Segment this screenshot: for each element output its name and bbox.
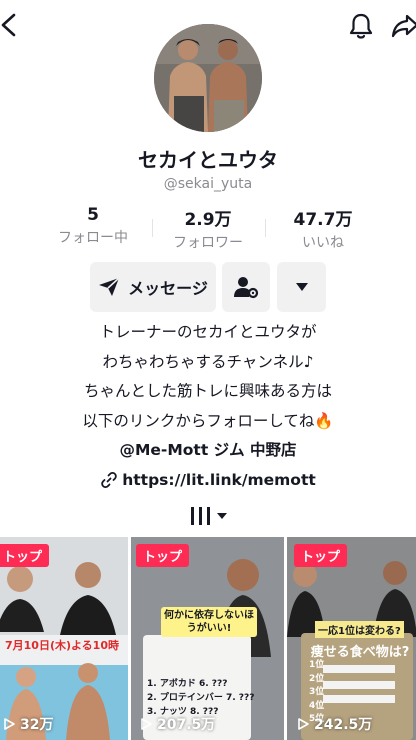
video-thumbnail[interactable]: 一応1位は変わる? 痩せる食べ物は? 1位 2位 3位 4位 5位 トップ 24… [287,537,416,740]
likes-count: 47.7万 [293,210,353,230]
video-grid: 7月10日(木)よる10時 トップ 32万 何かに依存しないほうがいい! 1. … [0,537,416,740]
play-icon [4,718,15,730]
share-button[interactable] [390,10,416,42]
top-badge: トップ [0,544,50,567]
thumbnail-image [287,537,416,740]
view-count: 242.5万 [296,714,372,734]
profile-stats: 5 フォロー中 2.9万 フォロワー 47.7万 いいね [0,205,416,253]
stat-likes[interactable]: 47.7万 いいね [268,205,378,252]
bio-gym-mention[interactable]: @Me-Mott ジム 中野店 [0,436,416,466]
following-label: フォロー中 [58,230,128,246]
bio-line: 以下のリンクからフォローしてね🔥 [82,411,334,430]
grid-columns-icon [191,507,210,525]
tab-videos[interactable] [190,504,230,528]
view-count-text: 32万 [20,717,54,733]
view-count: 207.5万 [139,714,215,734]
play-icon [298,718,309,730]
video-rank-item: 1位 [309,660,325,670]
video-list-item: 1. アボカド 6. ??? [147,679,228,689]
caret-down-icon [217,513,227,519]
caret-down-icon [295,283,308,291]
more-options-button[interactable] [277,262,326,312]
view-count: 32万 [2,714,53,734]
bio-line: わちゃわちゃするチャンネル♪ [102,352,314,371]
view-count-text: 242.5万 [314,717,373,733]
followers-label: フォロワー [173,235,243,251]
followers-count: 2.9万 [184,210,232,230]
view-count-text: 207.5万 [157,717,216,733]
video-rank-item: 4位 [309,700,325,711]
video-list-item: 2. プロテインバー 7. ??? [147,693,255,703]
stat-followers[interactable]: 2.9万 フォロワー [153,205,263,252]
bell-icon [349,13,373,39]
send-icon [99,277,120,296]
video-caption: 7月10日(木)よる10時 [5,639,119,652]
bio-line: ちゃんとした筋トレに興味ある方は [83,382,332,400]
video-thumbnail[interactable]: 何かに依存しないほうがいい! 1. アボカド 6. ??? 2. プロテインバー… [131,537,284,740]
person-settings-icon [234,277,259,299]
bio-line: トレーナーのセカイとユウタが [99,323,317,341]
stat-following[interactable]: 5 フォロー中 [38,205,148,247]
video-top-text: 一応1位は変わる? [315,621,404,638]
following-count: 5 [87,205,99,225]
share-arrow-icon [391,14,416,38]
profile-username: @sekai_yuta [163,176,253,192]
top-badge: トップ [136,544,190,567]
video-caption: 痩せる食べ物は? [310,645,410,660]
link-icon [101,472,117,489]
message-button-label: メッセージ [128,279,208,298]
content-tab-bar [0,498,416,534]
stat-divider [265,219,266,237]
back-button[interactable] [0,8,24,42]
message-button[interactable]: メッセージ [90,262,216,312]
bio-link-text: https://lit.link/memott [122,470,316,489]
video-rank-item: 3位 [309,687,325,697]
top-badge: トップ [294,544,348,567]
likes-label: いいね [302,235,344,251]
chevron-left-icon [1,13,16,37]
notifications-button[interactable] [346,10,376,42]
video-rank-item: 2位 [309,673,325,684]
profile-display-name: セカイとユウタ [138,148,278,172]
profile-bio: トレーナーのセカイとユウタが わちゃわちゃするチャンネル♪ ちゃんとした筋トレに… [0,318,416,495]
avatar-photo [154,24,262,132]
video-caption: 何かに依存しないほうがいい! [161,607,257,637]
bio-link[interactable]: https://lit.link/memott [0,466,416,496]
video-thumbnail[interactable]: 7月10日(木)よる10時 トップ 32万 [0,537,128,740]
friend-settings-button[interactable] [222,262,270,312]
play-icon [141,718,152,730]
video-list: 1. アボカド 6. ??? 2. プロテインバー 7. ??? 3. ナッツ … [147,677,254,719]
avatar[interactable] [154,24,262,132]
